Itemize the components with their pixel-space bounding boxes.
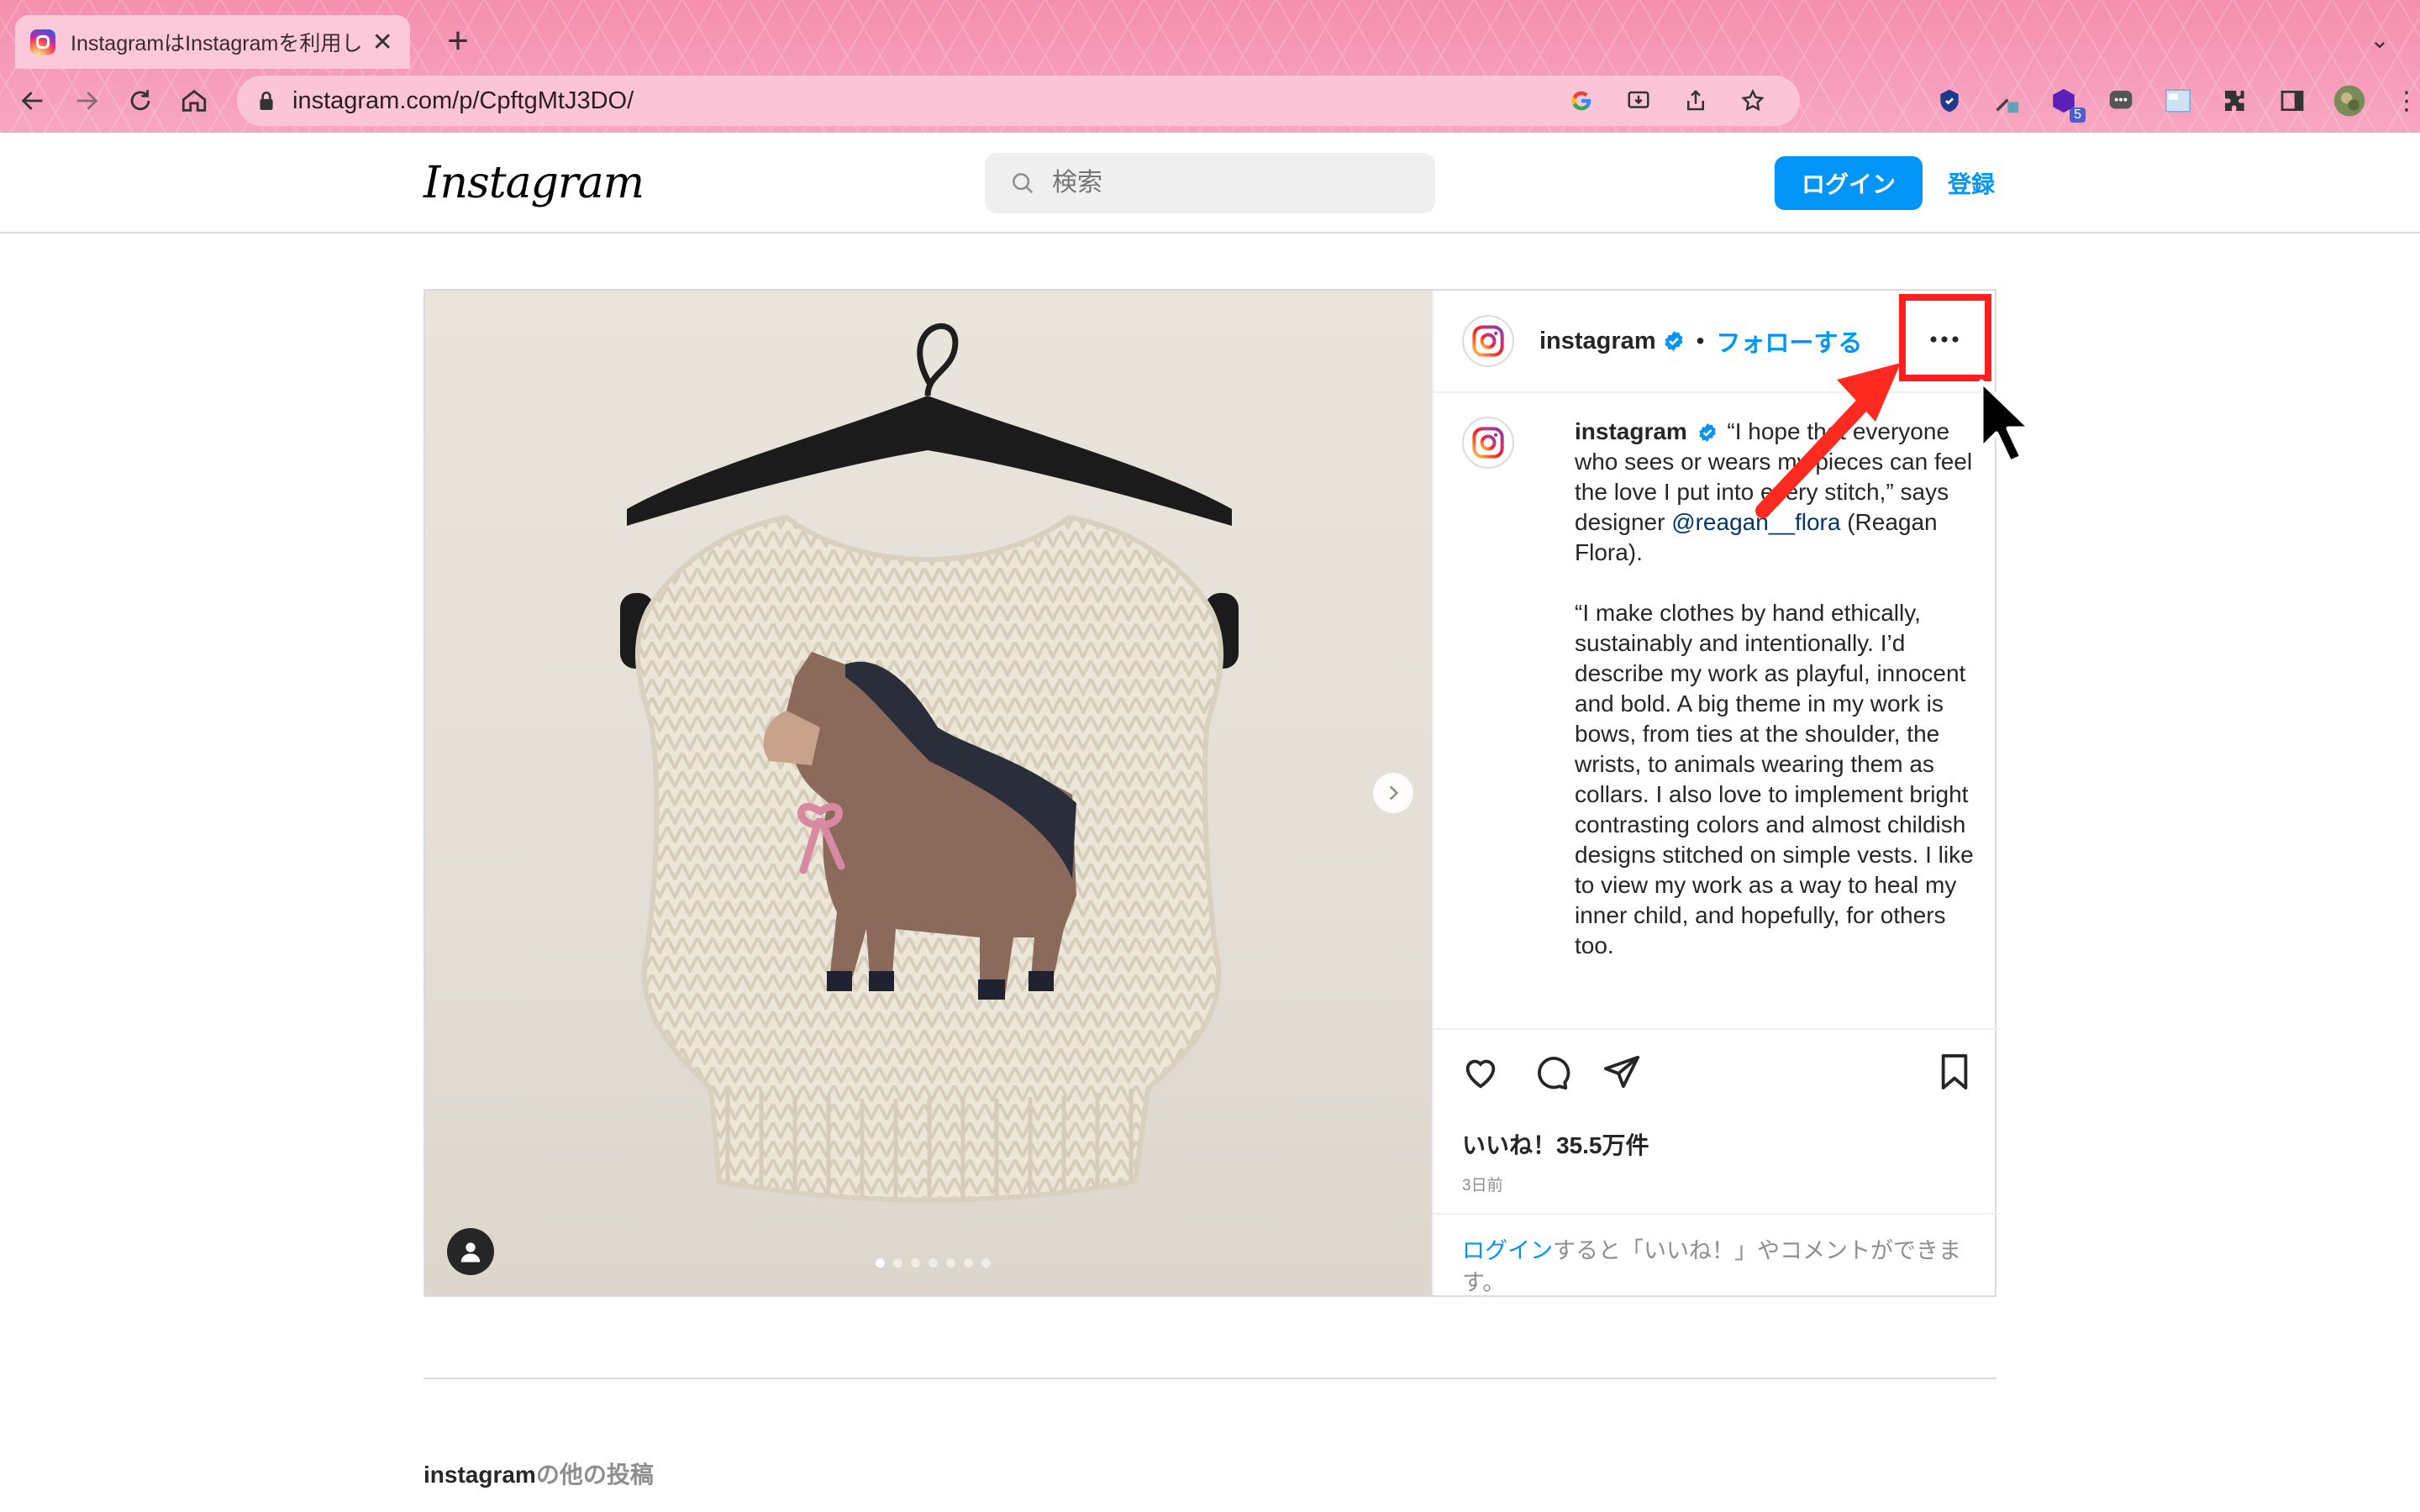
carousel-dot bbox=[911, 1258, 920, 1268]
new-tab-button[interactable]: + bbox=[437, 20, 479, 62]
instagram-header: Instagram ログイン 登録 bbox=[0, 133, 2420, 234]
eyedropper-extension-icon[interactable] bbox=[1990, 84, 2023, 118]
like-button[interactable] bbox=[1459, 1050, 1502, 1094]
action-buttons bbox=[1459, 1050, 1644, 1094]
post-actions: いいね！35.5万件 3日前 ログインすると「いいね！」やコメントができます。 bbox=[1434, 1028, 1998, 1297]
address-bar[interactable]: instagram.com/p/CpftgMtJ3DO/ bbox=[237, 76, 1800, 126]
post-timestamp[interactable]: 3日前 bbox=[1462, 1173, 1503, 1195]
extension-badge: 5 bbox=[2070, 108, 2086, 123]
comment-icon bbox=[1538, 1057, 1570, 1090]
signup-link[interactable]: 登録 bbox=[1948, 166, 1995, 200]
carousel-indicator bbox=[876, 1258, 991, 1268]
carousel-dot bbox=[964, 1258, 973, 1268]
forward-arrow-icon bbox=[76, 92, 98, 110]
instagram-favicon-icon bbox=[30, 29, 55, 55]
post-card: instagram • フォローする instagram “I hope tha… bbox=[424, 289, 1998, 1297]
home-icon bbox=[182, 89, 207, 112]
login-prompt: ログインすると「いいね！」やコメントができます。 bbox=[1434, 1213, 1998, 1319]
lock-icon bbox=[260, 91, 273, 110]
carousel-dot bbox=[893, 1258, 902, 1268]
browser-chrome: InstagramはInstagramを利用し ✕ + ⌄ instagram.… bbox=[0, 0, 2420, 133]
post-image[interactable] bbox=[425, 291, 1432, 1295]
knit-vest-photo bbox=[620, 323, 1239, 1203]
back-button[interactable] bbox=[12, 80, 54, 122]
instagram-logo-icon bbox=[1472, 427, 1504, 459]
share-icon[interactable] bbox=[1679, 84, 1712, 118]
author-avatar[interactable] bbox=[1462, 315, 1514, 367]
caption-username[interactable]: instagram bbox=[1575, 418, 1687, 444]
reload-button[interactable] bbox=[119, 80, 161, 122]
caption-avatar[interactable] bbox=[1462, 417, 1514, 469]
bookmark-icon bbox=[1941, 1053, 1968, 1089]
url-text: instagram.com/p/CpftgMtJ3DO/ bbox=[292, 87, 634, 114]
tab-close-icon[interactable]: ✕ bbox=[370, 28, 395, 57]
google-icon[interactable] bbox=[1565, 84, 1598, 118]
more-posts-heading: instagramの他の投稿 bbox=[424, 1457, 654, 1490]
carousel-dot bbox=[981, 1258, 991, 1268]
puzzle-extensions-icon[interactable] bbox=[2218, 84, 2252, 118]
caption-paragraph-2: “I make clothes by hand ethically, susta… bbox=[1575, 600, 1974, 958]
likes-count[interactable]: いいね！35.5万件 bbox=[1462, 1127, 1649, 1161]
more-posts-suffix: の他の投稿 bbox=[535, 1462, 654, 1488]
forward-button[interactable] bbox=[66, 80, 108, 122]
carousel-dot bbox=[946, 1258, 955, 1268]
save-button[interactable] bbox=[1933, 1050, 1976, 1094]
caption-paragraph-1: instagram “I hope that everyone who sees… bbox=[1575, 417, 1980, 568]
follow-button[interactable]: フォローする bbox=[1716, 323, 1862, 359]
verified-badge-icon bbox=[1665, 331, 1683, 351]
home-button[interactable] bbox=[173, 80, 215, 122]
chevron-right-icon bbox=[1389, 785, 1399, 801]
search-icon bbox=[1013, 173, 1034, 194]
chat-extension-icon[interactable] bbox=[2104, 84, 2138, 118]
caption-text: instagram “I hope that everyone who sees… bbox=[1575, 417, 1980, 991]
carousel-dot bbox=[929, 1258, 938, 1268]
instagram-logo-icon bbox=[1472, 325, 1504, 357]
carousel-dot bbox=[876, 1258, 885, 1268]
post-sidebar: instagram • フォローする instagram “I hope tha… bbox=[1432, 291, 1998, 1297]
window-extension-icon[interactable] bbox=[2161, 84, 2195, 118]
carousel-next-button[interactable] bbox=[1373, 773, 1413, 813]
tab-search-chevron-icon[interactable]: ⌄ bbox=[2361, 22, 2398, 59]
heart-icon bbox=[1465, 1059, 1496, 1089]
author-username[interactable]: instagram bbox=[1539, 328, 1656, 355]
mention-link[interactable]: @reagan__flora bbox=[1671, 509, 1840, 535]
extensions-bar: 5 ⋮ bbox=[1933, 76, 2420, 126]
send-icon bbox=[1603, 1055, 1640, 1089]
person-icon bbox=[460, 1242, 481, 1263]
profile-avatar[interactable] bbox=[2333, 84, 2366, 118]
back-arrow-icon bbox=[21, 92, 43, 110]
shield-extension-icon[interactable] bbox=[1933, 84, 1966, 118]
header-separator: • bbox=[1696, 328, 1705, 354]
share-button[interactable] bbox=[1600, 1050, 1644, 1094]
search-input[interactable] bbox=[1052, 169, 1405, 197]
browser-menu-icon[interactable]: ⋮ bbox=[2390, 84, 2420, 118]
annotation-highlight-box bbox=[1899, 294, 1991, 381]
reload-icon bbox=[130, 90, 150, 111]
section-divider bbox=[424, 1378, 1996, 1379]
comment-button[interactable] bbox=[1529, 1050, 1573, 1094]
browser-toolbar: instagram.com/p/CpftgMtJ3DO/ 5 ⋮ bbox=[0, 69, 2420, 133]
verified-badge-icon bbox=[1698, 423, 1716, 442]
instagram-logo[interactable]: Instagram bbox=[424, 158, 644, 208]
bookmark-star-icon[interactable] bbox=[1736, 84, 1770, 118]
post-header: instagram • フォローする bbox=[1434, 291, 1996, 393]
login-prompt-link[interactable]: ログイン bbox=[1462, 1238, 1553, 1263]
install-app-icon[interactable] bbox=[1622, 84, 1655, 118]
tab-title: InstagramはInstagramを利用し bbox=[71, 32, 363, 55]
omnibox-actions bbox=[1565, 76, 1770, 126]
side-panel-icon[interactable] bbox=[2275, 84, 2309, 118]
more-posts-username[interactable]: instagram bbox=[424, 1462, 536, 1488]
login-button[interactable]: ログイン bbox=[1775, 156, 1923, 210]
browser-tab[interactable]: InstagramはInstagramを利用し ✕ bbox=[15, 15, 410, 69]
search-box[interactable] bbox=[985, 153, 1435, 213]
tagged-users-button[interactable] bbox=[447, 1228, 494, 1275]
cube-extension-icon[interactable]: 5 bbox=[2047, 84, 2086, 123]
